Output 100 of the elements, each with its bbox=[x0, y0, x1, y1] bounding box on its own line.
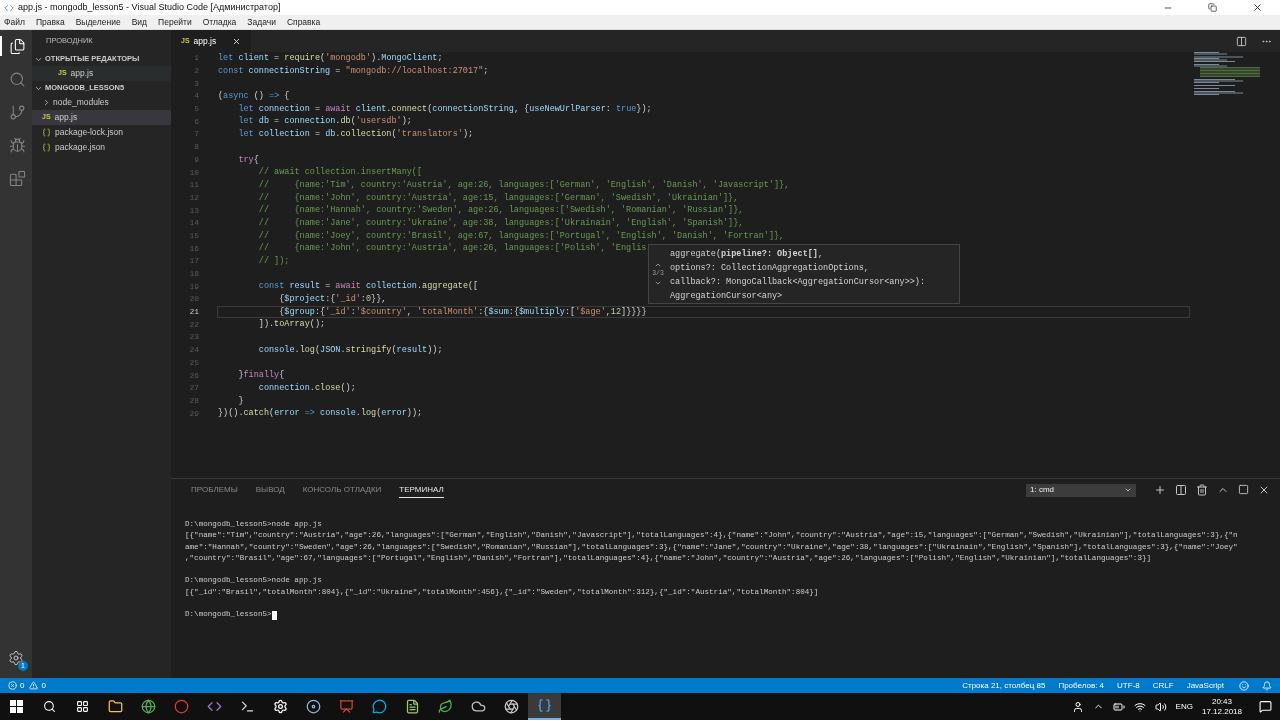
menu-item[interactable]: Правка bbox=[35, 15, 65, 29]
code-line: connection.close(); bbox=[257, 382, 356, 394]
code-line: ]).toArray(); bbox=[257, 319, 326, 331]
signature-line: options?: CollectionAggregationOptions, bbox=[670, 262, 870, 275]
error-count: 0 bbox=[20, 679, 25, 692]
status-item[interactable]: CRLF bbox=[1152, 679, 1174, 692]
restore-icon bbox=[1208, 3, 1217, 12]
caret-icon bbox=[1124, 486, 1132, 494]
code-line: })().catch(error => console.log(error)); bbox=[218, 408, 423, 420]
ring-icon bbox=[174, 699, 189, 714]
files-icon bbox=[8, 37, 26, 55]
menu-item[interactable]: Перейти bbox=[158, 15, 192, 29]
task-view-icon[interactable] bbox=[76, 700, 89, 713]
globe-icon bbox=[141, 699, 156, 714]
code-line: let collection = db.collection('translators'); bbox=[237, 129, 474, 141]
code-line: // {name:'Tim', country:'Austria', age:26, languages:['German', 'English', 'Danish', 'Javascript']}, bbox=[257, 179, 790, 191]
code-line: } bbox=[237, 395, 244, 407]
code-line: const result = await collection.aggregate([ bbox=[257, 281, 479, 293]
gear-icon bbox=[8, 650, 24, 666]
close-icon[interactable] bbox=[1258, 484, 1270, 496]
close-icon[interactable] bbox=[232, 36, 241, 46]
document-icon bbox=[405, 699, 420, 714]
code-line: // {name:'Hannah', country:'Sweden', age:26, languages:['Swedish', 'Romanian', 'Russian']}, bbox=[257, 205, 744, 217]
file-tree-item[interactable]: package.json bbox=[32, 140, 171, 155]
file-tree-item[interactable]: node_modules bbox=[32, 95, 171, 110]
bell-icon[interactable] bbox=[1262, 680, 1272, 691]
search-icon bbox=[8, 70, 26, 88]
signature-line: aggregate(pipeline?: Object[], bbox=[670, 248, 825, 261]
warning-icon bbox=[29, 681, 39, 690]
terminal-icon bbox=[240, 699, 255, 714]
terminal-select[interactable]: 1: cmd bbox=[1026, 483, 1136, 497]
leaf-icon bbox=[438, 699, 453, 714]
presentation-icon bbox=[339, 699, 354, 714]
people-icon[interactable] bbox=[1071, 700, 1084, 713]
panel-tab[interactable]: ПРОБЛЕМЫ bbox=[191, 482, 238, 498]
close-icon bbox=[1252, 2, 1263, 13]
code-line: {$project:{'_id':0}}, bbox=[278, 294, 387, 306]
trash-icon[interactable] bbox=[1196, 484, 1208, 496]
menu-item[interactable]: Справка bbox=[286, 15, 321, 29]
code-line: // {name:'John', country:'Austria', age:26, languages:['Polish', 'Englis bbox=[257, 243, 647, 255]
code-line: }finally{ bbox=[237, 370, 285, 382]
clock-date[interactable]: 17.12.2018 bbox=[1201, 706, 1242, 717]
gear-icon bbox=[273, 699, 288, 714]
braces-icon bbox=[537, 698, 552, 713]
status-item[interactable]: Строка 21, столбец 85 bbox=[962, 679, 1046, 692]
volume-icon[interactable] bbox=[1154, 700, 1167, 713]
split-terminal-icon[interactable] bbox=[1175, 484, 1187, 496]
maximize-icon[interactable] bbox=[1238, 484, 1249, 495]
signature-line: callback?: MongoCallback<AggregationCursor<any>>): bbox=[670, 276, 926, 289]
code-line: (async () => { bbox=[218, 91, 290, 103]
notifications-icon[interactable] bbox=[1259, 700, 1272, 713]
warning-count: 0 bbox=[41, 679, 46, 692]
code-line: // ]); bbox=[257, 256, 290, 267]
code-icon bbox=[207, 699, 222, 714]
folder-icon bbox=[108, 699, 123, 714]
smiley-icon[interactable] bbox=[1239, 680, 1249, 691]
status-item[interactable]: JavaScript bbox=[1186, 679, 1224, 692]
wifi-icon[interactable] bbox=[1133, 700, 1146, 713]
search-icon[interactable] bbox=[43, 700, 56, 713]
cloud-icon bbox=[471, 699, 486, 714]
braces-icon bbox=[42, 128, 51, 137]
error-icon bbox=[8, 681, 17, 690]
panel-tab[interactable]: ТЕРМИНАЛ bbox=[399, 482, 444, 498]
menu-item[interactable]: Задачи bbox=[247, 15, 276, 29]
code-line: try{ bbox=[237, 154, 259, 166]
menu-item[interactable]: Файл bbox=[4, 15, 25, 29]
status-item[interactable]: UTF-8 bbox=[1117, 679, 1140, 692]
menu-item[interactable]: Отладка bbox=[202, 15, 237, 29]
code-line: // {name:'John', country:'Austria', age:15, languages:['German', 'Swedish', 'Ukrainian']}, bbox=[257, 192, 739, 204]
code-line: // await collection.insertMany([ bbox=[257, 167, 423, 179]
code-line: const connectionString = "mongodb://localhost:27017"; bbox=[218, 65, 489, 77]
clock-time[interactable]: 20:43 bbox=[1211, 696, 1232, 707]
aperture-icon bbox=[504, 699, 519, 714]
disc-icon bbox=[306, 699, 321, 714]
chevron-icon bbox=[42, 98, 51, 107]
terminal-cursor bbox=[271, 610, 277, 620]
code-line: console.log(JSON.stringify(result)); bbox=[257, 344, 443, 356]
status-item[interactable]: Пробелов: 4 bbox=[1058, 679, 1105, 692]
window-title: app.js - mongodb_lesson5 - Visual Studio Code [Администратор] bbox=[18, 0, 282, 14]
app-logo-icon bbox=[4, 2, 14, 13]
blocks-icon bbox=[8, 169, 26, 187]
braces-icon bbox=[42, 143, 51, 152]
menu-item[interactable]: Выделение bbox=[75, 15, 121, 29]
code-line: let client = require('mongodb').MongoClient; bbox=[218, 53, 443, 64]
split-editor-icon[interactable] bbox=[1236, 35, 1247, 47]
start-icon[interactable] bbox=[10, 700, 23, 713]
branch-icon bbox=[8, 103, 26, 121]
new-terminal-icon[interactable] bbox=[1154, 484, 1166, 496]
menu-item[interactable]: Вид bbox=[131, 15, 148, 29]
code-line: // {name:'Joey', country:'Brasil', age:67, languages:['Portugal', 'English', 'Danish', 'Fortran']}, bbox=[257, 230, 785, 242]
bug-icon bbox=[8, 136, 26, 154]
panel-tab[interactable]: КОНСОЛЬ ОТЛАДКИ bbox=[302, 482, 382, 498]
file-tree-item[interactable]: package-lock.json bbox=[32, 125, 171, 140]
line-number: 21 bbox=[188, 306, 199, 319]
code-line: // {name:'Jane', country:'Ukraine', age:38, languages:['Ukrainain', 'English', 'Spanish']}, bbox=[257, 217, 744, 229]
language-indicator[interactable]: ENG bbox=[1175, 700, 1193, 713]
panel-tab[interactable]: ВЫВОД bbox=[255, 482, 285, 498]
battery-icon[interactable] bbox=[1112, 700, 1125, 713]
chat-icon bbox=[372, 699, 387, 714]
code-line: let connection = await client.connect(connectionString, {useNewUrlParser: true}); bbox=[237, 103, 652, 115]
